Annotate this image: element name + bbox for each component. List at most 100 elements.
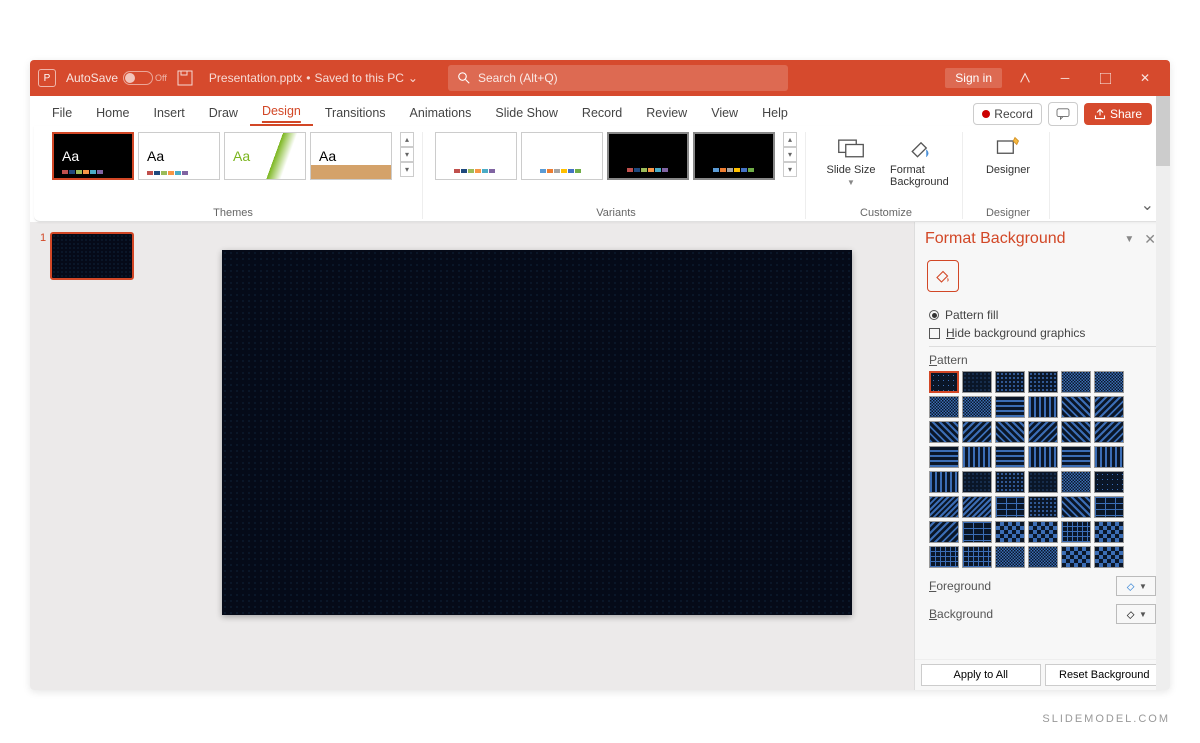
slide-size-button[interactable]: Slide Size▼ — [818, 132, 884, 189]
app-window: P AutoSave Off Presentation.pptx • Saved… — [30, 60, 1170, 690]
themes-scroll[interactable]: ▴▾▾ — [400, 132, 414, 177]
tab-draw[interactable]: Draw — [197, 100, 250, 126]
pattern-swatch[interactable] — [962, 446, 992, 468]
pattern-swatch[interactable] — [995, 396, 1025, 418]
pattern-swatch[interactable] — [962, 496, 992, 518]
pattern-swatch[interactable] — [995, 546, 1025, 568]
pattern-swatch[interactable] — [962, 471, 992, 493]
minimize-button[interactable]: ─ — [1048, 64, 1082, 92]
pattern-swatch[interactable] — [1061, 446, 1091, 468]
pattern-swatch[interactable] — [1028, 521, 1058, 543]
theme-option[interactable]: Aa — [138, 132, 220, 180]
pattern-swatch[interactable] — [929, 546, 959, 568]
pattern-swatch[interactable] — [995, 496, 1025, 518]
tab-home[interactable]: Home — [84, 100, 141, 126]
hide-bg-checkbox[interactable]: Hide background graphics — [929, 326, 1156, 340]
pattern-swatch[interactable] — [1028, 446, 1058, 468]
variants-scroll[interactable]: ▴▾▾ — [783, 132, 797, 177]
pattern-swatch[interactable] — [962, 521, 992, 543]
pattern-swatch[interactable] — [995, 446, 1025, 468]
pattern-swatch[interactable] — [929, 446, 959, 468]
pattern-swatch[interactable] — [1094, 521, 1124, 543]
pattern-swatch[interactable] — [1061, 396, 1091, 418]
ribbon-mode-icon[interactable] — [1008, 64, 1042, 92]
titlebar: P AutoSave Off Presentation.pptx • Saved… — [30, 60, 1170, 96]
pattern-swatch[interactable] — [1028, 371, 1058, 393]
pattern-swatch[interactable] — [1061, 371, 1091, 393]
pattern-swatch[interactable] — [995, 371, 1025, 393]
pattern-fill-radio[interactable]: Pattern fill — [929, 308, 1156, 322]
tab-help[interactable]: Help — [750, 100, 800, 126]
variant-option[interactable] — [521, 132, 603, 180]
tab-file[interactable]: File — [40, 100, 84, 126]
tab-transitions[interactable]: Transitions — [313, 100, 398, 126]
reset-background-button[interactable]: Reset Background — [1045, 664, 1165, 686]
theme-option[interactable]: Aa — [310, 132, 392, 180]
pattern-swatch[interactable] — [929, 371, 959, 393]
background-color-button[interactable]: ▼ — [1116, 604, 1156, 624]
pattern-swatch[interactable] — [995, 471, 1025, 493]
tab-review[interactable]: Review — [634, 100, 699, 126]
theme-option[interactable]: Aa — [224, 132, 306, 180]
pattern-swatch[interactable] — [962, 546, 992, 568]
tab-record[interactable]: Record — [570, 100, 634, 126]
comments-button[interactable] — [1048, 102, 1078, 126]
pattern-swatch[interactable] — [1061, 471, 1091, 493]
record-button[interactable]: Record — [973, 103, 1042, 125]
variant-option[interactable] — [435, 132, 517, 180]
pattern-swatch[interactable] — [1094, 471, 1124, 493]
pattern-swatch[interactable] — [1094, 396, 1124, 418]
panel-scrollbar[interactable] — [1156, 96, 1170, 690]
share-button[interactable]: Share — [1084, 103, 1152, 125]
pattern-swatch[interactable] — [995, 421, 1025, 443]
pattern-swatch[interactable] — [1094, 421, 1124, 443]
collapse-ribbon-icon[interactable]: ⌄ — [1141, 195, 1154, 215]
panel-options-icon[interactable]: ▼ — [1118, 234, 1140, 245]
pattern-swatch[interactable] — [1094, 446, 1124, 468]
save-icon[interactable] — [177, 70, 193, 86]
close-button[interactable]: ✕ — [1128, 64, 1162, 92]
pattern-swatch[interactable] — [929, 521, 959, 543]
pattern-swatch[interactable] — [1028, 496, 1058, 518]
designer-button[interactable]: Designer — [975, 132, 1041, 178]
pattern-swatch[interactable] — [1061, 546, 1091, 568]
search-input[interactable]: Search (Alt+Q) — [448, 65, 788, 91]
signin-button[interactable]: Sign in — [945, 68, 1002, 88]
maximize-button[interactable] — [1088, 64, 1122, 92]
tab-animations[interactable]: Animations — [398, 100, 484, 126]
slide-canvas[interactable] — [222, 250, 852, 615]
pattern-swatch[interactable] — [962, 421, 992, 443]
tab-view[interactable]: View — [699, 100, 750, 126]
pattern-swatch[interactable] — [1028, 396, 1058, 418]
autosave-toggle[interactable]: AutoSave Off — [66, 71, 167, 85]
theme-option[interactable]: Aa — [52, 132, 134, 180]
tab-design[interactable]: Design — [250, 98, 313, 126]
pattern-swatch[interactable] — [1028, 421, 1058, 443]
pattern-swatch[interactable] — [929, 396, 959, 418]
pattern-swatch[interactable] — [1094, 496, 1124, 518]
pattern-swatch[interactable] — [1094, 546, 1124, 568]
pattern-swatch[interactable] — [1028, 471, 1058, 493]
foreground-color-button[interactable]: ▼ — [1116, 576, 1156, 596]
variant-option[interactable] — [693, 132, 775, 180]
pattern-swatch[interactable] — [962, 396, 992, 418]
variant-option[interactable] — [607, 132, 689, 180]
tab-slideshow[interactable]: Slide Show — [483, 100, 570, 126]
pattern-swatch[interactable] — [929, 471, 959, 493]
apply-all-button[interactable]: Apply to All — [921, 664, 1041, 686]
pattern-swatch[interactable] — [1061, 496, 1091, 518]
document-title[interactable]: Presentation.pptx • Saved to this PC ⌄ — [209, 71, 418, 85]
pattern-swatch[interactable] — [1061, 421, 1091, 443]
chevron-down-icon: ⌄ — [408, 71, 418, 85]
pattern-swatch[interactable] — [995, 521, 1025, 543]
format-background-button[interactable]: Format Background — [888, 132, 954, 190]
pattern-swatch[interactable] — [1094, 371, 1124, 393]
pattern-swatch[interactable] — [1061, 521, 1091, 543]
pattern-swatch[interactable] — [929, 421, 959, 443]
pattern-swatch[interactable] — [929, 496, 959, 518]
tab-insert[interactable]: Insert — [142, 100, 197, 126]
pattern-swatch[interactable] — [1028, 546, 1058, 568]
slide-thumbnail[interactable] — [50, 232, 134, 280]
fill-tab-icon[interactable] — [927, 260, 959, 292]
pattern-swatch[interactable] — [962, 371, 992, 393]
